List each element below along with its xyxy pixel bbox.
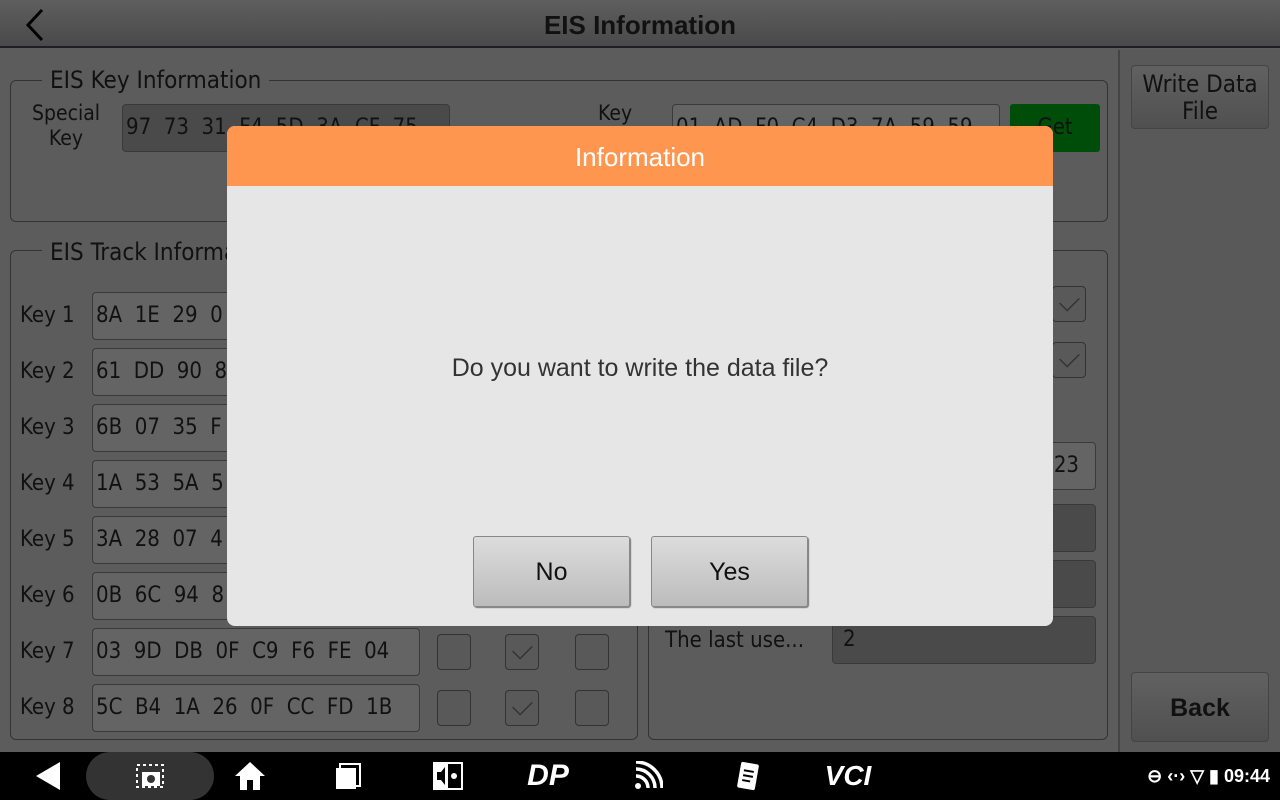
no-button[interactable]: No (473, 536, 630, 607)
nav-back-icon[interactable] (20, 752, 76, 800)
confirm-dialog: Information Do you want to write the dat… (227, 126, 1053, 626)
vci-icon[interactable]: VCI (820, 752, 876, 800)
notes-icon[interactable] (720, 752, 776, 800)
key-row-checkbox[interactable] (505, 634, 539, 670)
back-arrow-icon[interactable] (24, 8, 48, 42)
key-row-label: Key 7 (20, 639, 75, 664)
key-row-checkbox[interactable] (437, 690, 471, 726)
brightness-volume-icon[interactable] (420, 752, 476, 800)
key-row-label: Key 3 (20, 415, 75, 440)
key-row-checkbox[interactable] (437, 634, 471, 670)
back-button[interactable]: Back (1131, 672, 1269, 742)
key-row-checkbox[interactable] (575, 634, 609, 670)
screenshot-icon[interactable] (122, 752, 178, 800)
key-row-label: Key 4 (20, 471, 75, 496)
home-icon[interactable] (222, 752, 278, 800)
dp-icon[interactable]: DP (520, 752, 576, 800)
title-bar: EIS Information (0, 0, 1280, 48)
key-row-value[interactable]: 03 9D DB 0F C9 F6 FE 04 (92, 628, 420, 676)
key-row-checkbox[interactable] (575, 690, 609, 726)
key-row-label: Key 6 (20, 583, 75, 608)
key-row-value[interactable]: 5C B4 1A 26 0F CC FD 1B (92, 684, 420, 732)
recent-apps-icon[interactable] (320, 752, 376, 800)
clock: 09:44 (1223, 766, 1270, 786)
key-row-label: Key 8 (20, 695, 75, 720)
page-title: EIS Information (543, 10, 737, 40)
dialog-title: Information (227, 126, 1053, 186)
right-checkbox-1[interactable] (1052, 286, 1086, 322)
status-icons: ⊖ ‹·› ▽ ▮ (1147, 766, 1224, 786)
special-key-label: Special Key (31, 101, 101, 150)
write-data-file-button[interactable]: Write Data File (1131, 65, 1269, 129)
key-row-label: Key 5 (20, 527, 75, 552)
last-used-label: The last use... (665, 628, 804, 653)
dialog-message: Do you want to write the data file? (451, 354, 829, 382)
wireless-icon[interactable] (620, 752, 676, 800)
status-area: ⊖ ‹·› ▽ ▮ 09:44 (1147, 752, 1270, 800)
key-row-label: Key 1 (20, 303, 75, 328)
yes-button[interactable]: Yes (651, 536, 808, 607)
right-checkbox-2[interactable] (1052, 342, 1086, 378)
side-column (1118, 50, 1280, 752)
key-row-checkbox[interactable] (505, 690, 539, 726)
key-info-legend: EIS Key Information (42, 66, 270, 94)
key-label: Key (598, 101, 633, 125)
key-row-label: Key 2 (20, 359, 75, 384)
system-taskbar: DP VCI ⊖ ‹·› ▽ ▮ 09:44 (0, 752, 1280, 800)
